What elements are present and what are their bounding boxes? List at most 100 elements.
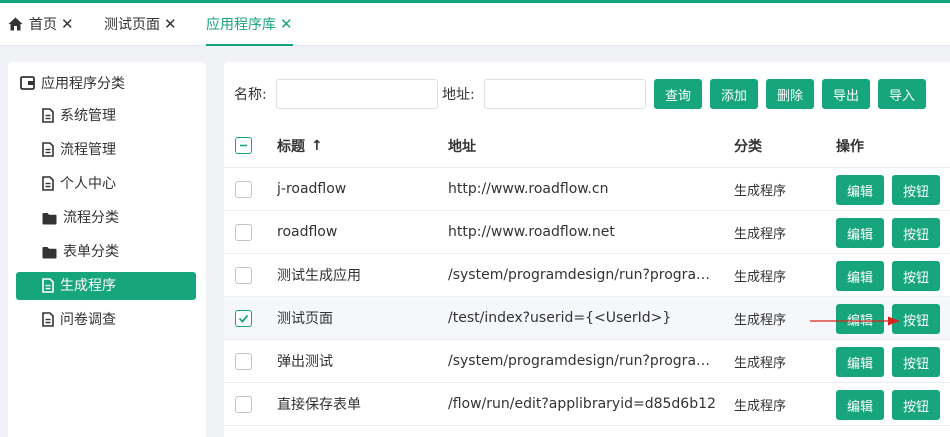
select-all-cell (235, 124, 255, 167)
tree-item[interactable]: 系统管理 (16, 102, 196, 130)
row-address: /system/programdesign/run?programid= (448, 254, 720, 296)
folder-icon (42, 247, 57, 259)
row-category: 生成程序 (734, 312, 787, 328)
add-button[interactable]: 添加 (710, 79, 758, 109)
tree-item[interactable]: 流程管理 (16, 136, 196, 164)
name-input[interactable] (276, 79, 438, 109)
action-button[interactable]: 按钮 (892, 175, 940, 205)
tree-root-label: 应用程序分类 (41, 76, 125, 92)
row-address-text: http://www.roadflow.net (448, 224, 615, 240)
row-address: /test/index?userid={<UserId>} (448, 297, 720, 339)
row-address-text: http://www.roadflow.cn (448, 181, 609, 197)
table-row[interactable]: 弹出测试/system/programdesign/run?programid=… (224, 340, 950, 383)
tree-item-label: 个人中心 (60, 176, 116, 192)
wallet-icon (20, 76, 35, 90)
row-address: /flow/run/edit?applibraryid=d85d6b12 (448, 383, 720, 425)
edit-button[interactable]: 编辑 (836, 175, 884, 205)
tab-label: 首页 (29, 17, 57, 33)
sort-asc-icon[interactable]: ↑ (311, 138, 323, 154)
address-header: 地址 (448, 138, 476, 155)
edit-button[interactable]: 编辑 (836, 304, 884, 334)
row-select-cell (235, 211, 255, 253)
title-header-label: 标题 (277, 138, 305, 155)
main-panel: 名称: 地址: 查询 添加 删除 导出 导入 标题 ↑ 地址 分类 操作 j-r… (224, 62, 950, 437)
tree-item[interactable]: 表单分类 (16, 238, 196, 266)
edit-button[interactable]: 编辑 (836, 390, 884, 420)
actions-header: 操作 (836, 138, 864, 155)
table-row[interactable]: roadflow http://www.roadflow.net 生成程序 编辑 按钮 (224, 211, 950, 254)
category-tree: 应用程序分类 系统管理流程管理个人中心流程分类表单分类生成程序问卷调查 (8, 62, 206, 437)
table-row[interactable]: j-roadflow http://www.roadflow.cn 生成程序 编辑 按钮 (224, 168, 950, 211)
category-header: 分类 (734, 138, 762, 155)
row-category: 生成程序 (734, 398, 787, 414)
row-title: 测试页面 (277, 311, 333, 327)
row-address: http://www.roadflow.net (448, 211, 720, 253)
close-icon[interactable]: ✕ (280, 15, 293, 33)
row-address-text: /flow/run/edit?applibraryid=d85d6b12 (448, 396, 716, 412)
edit-button[interactable]: 编辑 (836, 261, 884, 291)
file-icon (42, 278, 54, 293)
name-label: 名称: (234, 87, 267, 103)
close-icon[interactable]: ✕ (61, 15, 74, 33)
file-icon (42, 108, 54, 123)
action-button[interactable]: 按钮 (892, 304, 940, 334)
tab-home[interactable]: 首页 ✕ (8, 3, 74, 46)
table-row[interactable]: 测试生成应用/system/programdesign/run?programi… (224, 254, 950, 297)
row-select-cell (235, 254, 255, 296)
query-button[interactable]: 查询 (654, 79, 702, 109)
file-icon (42, 312, 54, 327)
tree-item-label: 问卷调查 (60, 312, 116, 328)
export-button[interactable]: 导出 (822, 79, 870, 109)
title-header[interactable]: 标题 ↑ (277, 124, 437, 167)
search-bar: 名称: 地址: 查询 添加 删除 导出 导入 (224, 62, 950, 124)
tree-item[interactable]: 个人中心 (16, 170, 196, 198)
delete-button[interactable]: 删除 (766, 79, 814, 109)
row-checkbox[interactable] (235, 395, 252, 413)
tree-item[interactable]: 流程分类 (16, 204, 196, 232)
row-title: 测试生成应用 (277, 268, 361, 284)
action-button[interactable]: 按钮 (892, 261, 940, 291)
row-select-cell (235, 168, 255, 210)
table-row[interactable]: 直接保存表单/flow/run/edit?applibraryid=d85d6b… (224, 383, 950, 426)
address-input[interactable] (484, 79, 646, 109)
tree-item-label: 系统管理 (60, 108, 116, 124)
row-checkbox[interactable] (235, 180, 252, 198)
tree-item-label: 流程管理 (60, 142, 116, 158)
tab-label: 应用程序库 (206, 17, 276, 33)
file-icon (42, 176, 54, 191)
tree-item[interactable]: 问卷调查 (16, 306, 196, 334)
tab-bar: 首页 ✕ 测试页面 ✕ 应用程序库 ✕ (0, 3, 950, 46)
row-title: roadflow (277, 224, 338, 240)
tab-app-library[interactable]: 应用程序库 ✕ (206, 3, 293, 46)
table-row[interactable]: 测试页面/test/index?userid={<UserId>} 生成程序 编辑按… (224, 297, 950, 340)
row-address-text: /system/programdesign/run?programid= (448, 267, 720, 283)
select-all-checkbox[interactable] (235, 137, 252, 154)
edit-button[interactable]: 编辑 (836, 218, 884, 248)
row-select-cell (235, 297, 255, 339)
row-title: 弹出测试 (277, 354, 333, 370)
import-button[interactable]: 导入 (878, 79, 926, 109)
home-icon (8, 17, 23, 31)
row-checkbox[interactable] (235, 223, 252, 241)
action-button[interactable]: 按钮 (892, 347, 940, 377)
file-icon (42, 142, 54, 157)
tree-item-label: 表单分类 (63, 244, 119, 260)
close-icon[interactable]: ✕ (164, 15, 177, 33)
row-select-cell (235, 340, 255, 382)
row-checkbox[interactable] (235, 352, 252, 370)
indeterminate-icon (240, 144, 247, 147)
tree-root[interactable]: 应用程序分类 (20, 72, 125, 96)
row-checkbox[interactable] (235, 309, 252, 327)
row-category: 生成程序 (734, 269, 787, 285)
tree-item-label: 生成程序 (60, 278, 116, 294)
tree-item[interactable]: 生成程序 (16, 272, 196, 300)
row-checkbox[interactable] (235, 266, 252, 284)
edit-button[interactable]: 编辑 (836, 347, 884, 377)
row-category: 生成程序 (734, 183, 787, 199)
action-button[interactable]: 按钮 (892, 218, 940, 248)
tab-test-page[interactable]: 测试页面 ✕ (104, 3, 177, 46)
row-title: 直接保存表单 (277, 397, 361, 413)
row-address: http://www.roadflow.cn (448, 168, 720, 210)
check-icon (238, 314, 249, 323)
action-button[interactable]: 按钮 (892, 390, 940, 420)
